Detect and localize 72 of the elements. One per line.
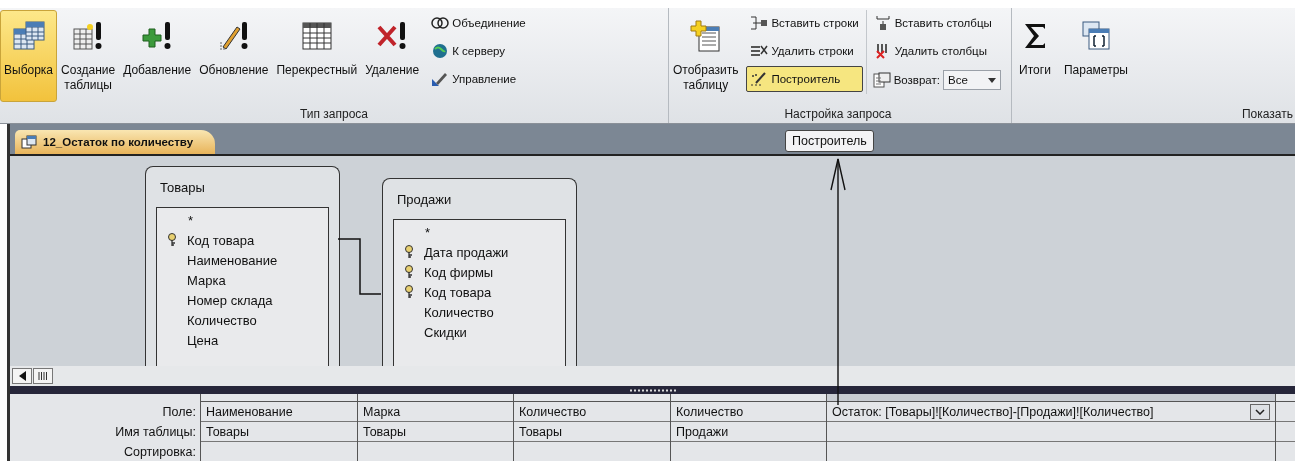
field-name[interactable]: Количество (187, 312, 257, 328)
scrollbar-thumb[interactable] (33, 368, 53, 384)
ribbon-button[interactable]: Построитель (746, 66, 863, 92)
ruler-pencil-icon (431, 71, 450, 87)
ribbon-button[interactable]: Удалить строки (746, 38, 863, 64)
field-name[interactable]: Номер склада (187, 292, 273, 308)
table-cell[interactable]: Продажи (676, 424, 729, 439)
grip-icon (38, 372, 48, 380)
ribbon-button[interactable]: Отобразить таблицу (669, 10, 743, 102)
chevron-down-icon (1255, 408, 1265, 415)
field-cell[interactable]: Марка (363, 404, 401, 419)
return-icon (872, 72, 891, 88)
field-cell[interactable]: Количество (676, 404, 744, 419)
field-name[interactable]: Код товара (424, 284, 492, 300)
group-label: Показать (1241, 106, 1294, 123)
field-name[interactable]: * (188, 212, 194, 228)
group-label: Настройка запроса (783, 106, 893, 123)
insert-icon (873, 15, 892, 31)
grip-icon (629, 388, 676, 392)
rings-icon (431, 15, 450, 31)
arrow-left-icon (18, 371, 26, 381)
return-dropdown[interactable]: Все (942, 70, 1001, 90)
ribbon-button[interactable]: Обновление (195, 10, 273, 102)
field-name[interactable]: * (425, 224, 431, 240)
field-name[interactable]: Код товара (187, 232, 255, 248)
grid-icon (299, 19, 334, 53)
ribbon-button[interactable]: Вставить строки (746, 10, 863, 36)
field-cell[interactable]: Наименование (206, 404, 293, 419)
field-name[interactable]: Количество (424, 304, 494, 320)
group-label: Тип запроса (298, 106, 369, 123)
return-label: Возврат: (893, 74, 940, 86)
ribbon-button[interactable]: Создание таблицы (57, 10, 120, 102)
row-label: Имя таблицы: (114, 424, 197, 441)
table-title: Товары (159, 179, 206, 197)
table-plus-icon (688, 19, 723, 53)
row-label: Сортировка: (122, 444, 197, 461)
ribbon-button[interactable]: Вставить столбцы (869, 10, 1004, 36)
document-tab[interactable]: 12_Остаток по количеству (15, 130, 216, 154)
field-name[interactable]: Дата продажи (424, 244, 509, 260)
ribbon-button[interactable]: Удалить столбцы (869, 38, 1004, 64)
field-name[interactable]: Цена (187, 332, 219, 348)
ribbon-button[interactable]: Удаление (361, 10, 424, 102)
ribbon-button[interactable]: Параметры (1057, 10, 1134, 102)
table-cell[interactable]: Товары (206, 424, 249, 439)
wand-icon (750, 71, 769, 87)
scroll-left-button[interactable] (12, 368, 32, 384)
delete-icon (750, 43, 769, 59)
query-icon (21, 135, 37, 149)
dropdown-button[interactable] (1250, 403, 1270, 420)
ribbon-button[interactable]: Объединение (427, 10, 530, 36)
ribbon-button[interactable]: Итоги (1011, 10, 1058, 102)
ribbon-button[interactable]: К серверу (427, 38, 530, 64)
column-selector[interactable] (827, 394, 1275, 402)
tooltip: Построитель (785, 130, 874, 152)
ribbon-button[interactable]: Добавление (119, 10, 196, 102)
ribbon-button[interactable]: Управление (427, 66, 530, 92)
insert-icon (750, 15, 769, 31)
field-name[interactable]: Код фирмы (424, 264, 494, 280)
field-name[interactable]: Скидки (424, 324, 467, 340)
field-name[interactable]: Марка (187, 272, 226, 288)
ribbon-button[interactable]: Перекрестный (272, 10, 362, 102)
tables-icon (11, 19, 46, 53)
field-name[interactable]: Наименование (187, 252, 278, 268)
table-title: Продажи (396, 191, 453, 209)
caret-icon (987, 77, 996, 83)
globe-icon (431, 43, 450, 59)
field-cell[interactable]: Количество (519, 404, 587, 419)
row-label: Поле: (161, 404, 197, 421)
table-cell[interactable]: Товары (519, 424, 562, 439)
field-cell[interactable]: Остаток: [Товары]![Количество]-[Продажи]![Количество] (832, 404, 1154, 419)
table-cell[interactable]: Товары (363, 424, 406, 439)
ribbon-button[interactable]: Выборка (0, 10, 58, 102)
